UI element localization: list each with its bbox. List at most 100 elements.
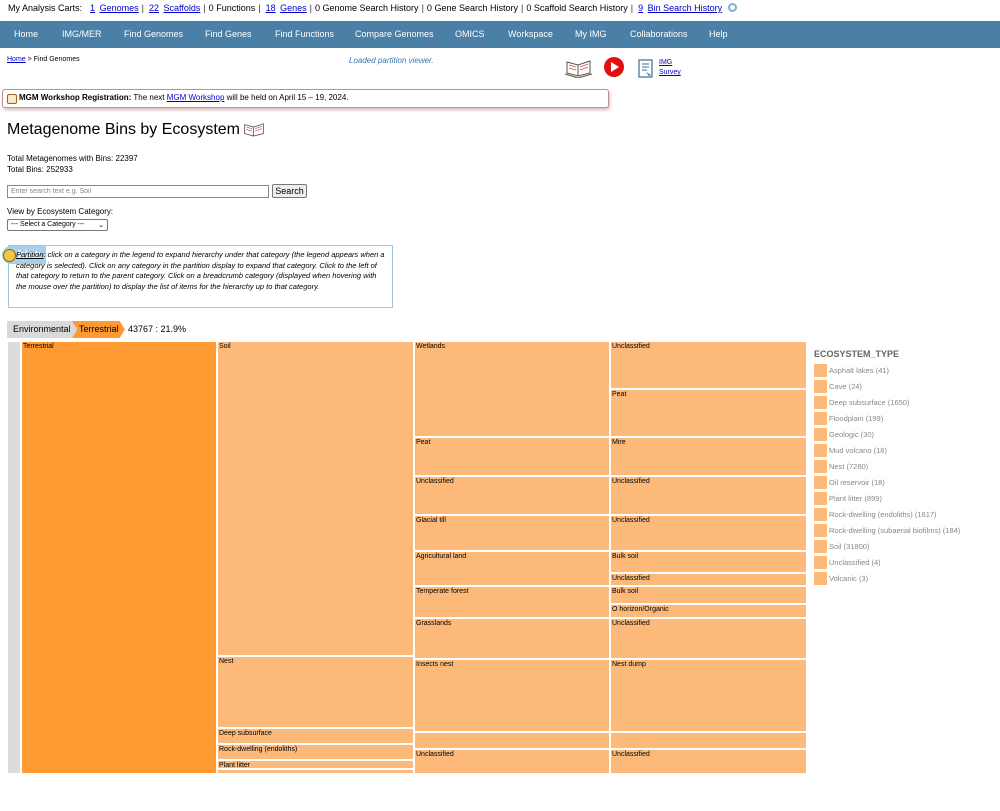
partition-cell-label: Unclassified — [612, 575, 650, 583]
nav-workspace[interactable]: Workspace — [508, 21, 553, 48]
partition-cell[interactable]: Grasslands — [414, 618, 610, 660]
legend-swatch — [814, 492, 827, 505]
partition-cell-label: Glacial till — [416, 517, 446, 525]
hint-partition-label: Partition — [16, 250, 44, 259]
partition-cell[interactable]: O horizon/Organic — [610, 604, 807, 619]
video-play-icon[interactable] — [604, 57, 624, 77]
survey-icon[interactable] — [637, 59, 655, 80]
partition-cell[interactable]: Unclassified — [610, 476, 807, 516]
partition-cell[interactable]: Peat — [610, 389, 807, 438]
partition-cell[interactable] — [610, 732, 807, 749]
carts-separator: | — [630, 3, 634, 13]
cart-label[interactable]: Bin Search History — [648, 3, 723, 13]
book-icon[interactable] — [564, 58, 593, 80]
legend-label: Nest (7280) — [829, 462, 869, 471]
partition-cell[interactable]: Wetlands — [414, 341, 610, 438]
partition-cell-label: Grasslands — [416, 620, 452, 628]
refresh-icon[interactable] — [728, 3, 738, 12]
nav-help[interactable]: Help — [709, 21, 728, 48]
partition-cell-label: Nest — [219, 657, 234, 665]
legend-label: Floodplain (199) — [829, 414, 884, 423]
partition-cell[interactable]: Unclassified — [610, 515, 807, 552]
hint-text: Partition: click on a category in the le… — [16, 250, 388, 293]
cart-item[interactable]: 9 Bin Search History — [636, 3, 722, 13]
partition-cell[interactable]: Deep subsurface — [217, 727, 414, 744]
search-input[interactable] — [7, 185, 269, 198]
category-select[interactable]: --- Select a Category --- ⌄ — [7, 219, 108, 231]
legend-label: Oil reservoir (18) — [829, 478, 885, 487]
nav-find-functions[interactable]: Find Functions — [275, 21, 334, 48]
banner-heading: MGM Workshop Registration: — [19, 93, 132, 102]
breadcrumb-home-link[interactable]: Home — [7, 56, 26, 63]
nav-find-genomes[interactable]: Find Genomes — [124, 21, 183, 48]
legend-label: Deep subsurface (1650) — [829, 398, 910, 407]
partition-cell[interactable]: Unclassified — [610, 573, 807, 587]
partition-cell[interactable]: Nest — [217, 655, 414, 728]
nav-img-mer[interactable]: IMG/MER — [62, 21, 102, 48]
partition-cell[interactable]: Unclassified — [414, 476, 610, 516]
partition-cell[interactable]: Soil — [217, 341, 414, 656]
workshop-link[interactable]: MGM Workshop — [167, 93, 225, 102]
partition-cell[interactable]: Peat — [414, 437, 610, 477]
banner-pre: The next — [133, 93, 165, 102]
partition-cell[interactable]: Unclassified — [414, 748, 610, 774]
partition-cell[interactable] — [414, 732, 610, 749]
legend-label: Geologic (30) — [829, 430, 875, 439]
trail-terrestrial[interactable]: Terrestrial — [72, 321, 125, 338]
nav-collaborations[interactable]: Collaborations — [630, 21, 688, 48]
partition-cell[interactable]: Plant litter — [217, 759, 414, 769]
partition-cell[interactable]: Unclassified — [610, 618, 807, 660]
partition-cell[interactable]: Agricultural land — [414, 551, 610, 587]
partition-cell[interactable]: Nest dump — [610, 659, 807, 733]
cart-label[interactable]: Genomes — [100, 3, 139, 13]
carts-separator: | — [203, 3, 206, 13]
cart-count[interactable]: 9 — [638, 3, 643, 13]
legend-label: Volcanic (3) — [829, 574, 869, 583]
legend-label: Rock-dwelling (subaerial biofilms) (184) — [829, 526, 961, 535]
search-button[interactable]: Search — [272, 184, 307, 198]
cart-count[interactable]: 22 — [149, 3, 159, 13]
partition-cell[interactable]: Unclassified — [610, 748, 807, 774]
partition-cell[interactable]: Insects nest — [414, 659, 610, 733]
partition-cell[interactable] — [217, 768, 414, 774]
trail-environmental[interactable]: Environmental — [7, 321, 77, 338]
partition-cell[interactable]: Temperate forest — [414, 586, 610, 619]
partition-chart[interactable]: Terrestrial Soil Nest Deep subsurface Rock-d… — [7, 341, 807, 774]
carts-separator: | — [421, 3, 424, 13]
cart-item[interactable]: 22 Scaffolds — [147, 3, 200, 13]
survey-link[interactable]: IMG Survey — [659, 58, 681, 78]
cart-label[interactable]: Genes — [280, 3, 307, 13]
nav-home[interactable]: Home — [14, 21, 38, 48]
partition-cell[interactable]: Bulk soil — [610, 586, 807, 605]
partition-cell-label: Rock-dwelling (endoliths) — [219, 745, 298, 753]
nav-omics[interactable]: OMICS — [455, 21, 485, 48]
legend-swatch — [814, 508, 827, 521]
partition-cell[interactable]: Rock-dwelling (endoliths) — [217, 743, 414, 760]
nav-compare-genomes[interactable]: Compare Genomes — [355, 21, 434, 48]
partition-cell[interactable]: Unclassified — [610, 341, 807, 390]
cart-item: 0 Scaffold Search History — [526, 3, 627, 13]
partition-cell[interactable]: Glacial till — [414, 515, 610, 552]
legend-swatch — [814, 460, 827, 473]
survey-link-line2[interactable]: Survey — [659, 69, 681, 76]
carts-separator: | — [141, 3, 144, 13]
partition-parent-cell[interactable] — [7, 341, 21, 774]
book-icon[interactable] — [243, 121, 265, 140]
legend-label: Asphalt lakes (41) — [829, 366, 890, 375]
partition-root-cell[interactable]: Terrestrial — [21, 341, 217, 774]
nav-my-img[interactable]: My IMG — [575, 21, 607, 48]
cart-label[interactable]: Scaffolds — [163, 3, 200, 13]
cart-count[interactable]: 1 — [90, 3, 95, 13]
cart-item: 0 Gene Search History — [427, 3, 518, 13]
cart-item[interactable]: 1 Genomes — [88, 3, 139, 13]
legend-label: Soil (31800) — [829, 542, 870, 551]
nav-find-genes[interactable]: Find Genes — [205, 21, 252, 48]
partition-cell[interactable]: Mire — [610, 437, 807, 477]
cart-label: Gene Search History — [434, 3, 518, 13]
cart-item[interactable]: 18 Genes — [264, 3, 307, 13]
partition-cell-label: Unclassified — [612, 620, 650, 628]
survey-link-line1[interactable]: IMG — [659, 59, 672, 66]
legend-swatch — [814, 540, 827, 553]
cart-count[interactable]: 18 — [266, 3, 276, 13]
partition-cell[interactable]: Bulk soil — [610, 551, 807, 574]
